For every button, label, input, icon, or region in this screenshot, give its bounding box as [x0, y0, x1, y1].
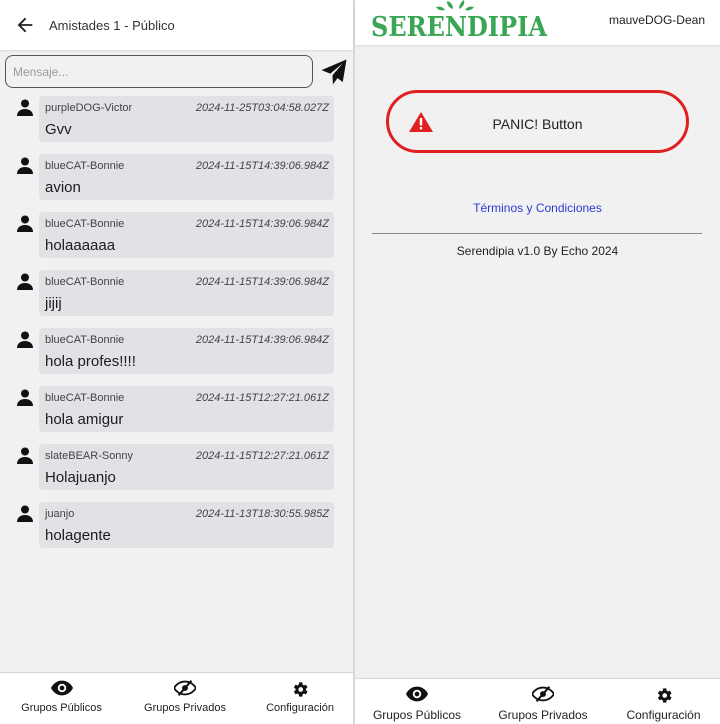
logo-text: SERENDIPIA [371, 12, 548, 42]
nav-settings[interactable]: Configuración [247, 673, 353, 724]
chat-title: Amistades 1 - Público [49, 18, 175, 33]
message-timestamp: 2024-11-15T12:27:21.061Z [195, 450, 329, 462]
nav-label: Grupos Privados [498, 708, 588, 722]
message-timestamp: 2024-11-15T14:39:06.984Z [195, 160, 329, 172]
nav-label: Grupos Públicos [372, 708, 462, 722]
message-timestamp: 2024-11-25T03:04:58.027Z [195, 102, 329, 114]
gear-icon [657, 688, 672, 703]
message-bubble: juanjo 2024-11-13T18:30:55.985Z holagent… [39, 502, 334, 548]
message-bubble: blueCAT-Bonnie 2024-11-15T14:39:06.984Z … [39, 154, 334, 200]
eye-icon [406, 686, 428, 702]
nav-private-groups[interactable]: Grupos Privados [479, 679, 607, 724]
message-bubble: blueCAT-Bonnie 2024-11-15T14:39:06.984Z … [39, 270, 334, 316]
message-text: holaaaaaa [45, 237, 116, 254]
message-timestamp: 2024-11-13T18:30:55.985Z [195, 508, 329, 520]
message-timestamp: 2024-11-15T14:39:06.984Z [195, 276, 329, 288]
message-timestamp: 2024-11-15T12:27:21.061Z [195, 392, 329, 404]
user-avatar-icon [17, 505, 33, 522]
message-author: blueCAT-Bonnie [45, 160, 125, 172]
user-avatar-icon [17, 157, 33, 174]
message-author: blueCAT-Bonnie [45, 276, 125, 288]
message-item: blueCAT-Bonnie 2024-11-15T12:27:21.061Z … [0, 386, 353, 436]
nav-public-groups[interactable]: Grupos Públicos [355, 679, 479, 724]
message-timestamp: 2024-11-15T14:39:06.984Z [195, 218, 329, 230]
nav-label: Grupos Privados [144, 702, 226, 714]
message-bubble: blueCAT-Bonnie 2024-11-15T14:39:06.984Z … [39, 328, 334, 374]
nav-private-groups[interactable]: Grupos Privados [123, 673, 247, 724]
message-bubble: slateBEAR-Sonny 2024-11-15T12:27:21.061Z… [39, 444, 334, 490]
message-bubble: blueCAT-Bonnie 2024-11-15T14:39:06.984Z … [39, 212, 334, 258]
message-item: purpleDOG-Victor 2024-11-25T03:04:58.027… [0, 96, 353, 146]
serendipia-logo: SERENDIPIA [371, 0, 548, 42]
message-author: juanjo [45, 508, 75, 520]
message-item: blueCAT-Bonnie 2024-11-15T14:39:06.984Z … [0, 212, 353, 262]
back-arrow-icon[interactable] [14, 14, 36, 36]
send-icon[interactable] [319, 57, 349, 87]
message-text: Gvv [45, 121, 72, 138]
eye-icon [50, 680, 73, 696]
app-version-text: Serendipia v1.0 By Echo 2024 [456, 244, 619, 258]
bottom-nav: Grupos Públicos Grupos Privados Configur… [355, 678, 720, 724]
user-avatar-icon [17, 273, 33, 290]
message-text: holagente [45, 527, 111, 544]
panic-button[interactable]: PANIC! Button [386, 90, 689, 153]
message-author: blueCAT-Bonnie [45, 392, 125, 404]
divider [372, 233, 702, 234]
app-header: SERENDIPIA mauveDOG-Dean [355, 0, 720, 45]
message-item: slateBEAR-Sonny 2024-11-15T12:27:21.061Z… [0, 444, 353, 494]
message-author: blueCAT-Bonnie [45, 218, 125, 230]
message-item: blueCAT-Bonnie 2024-11-15T14:39:06.984Z … [0, 328, 353, 378]
user-avatar-icon [17, 389, 33, 406]
settings-screen: SERENDIPIA mauveDOG-Dean PANIC! Button T… [355, 0, 720, 724]
message-item: blueCAT-Bonnie 2024-11-15T14:39:06.984Z … [0, 154, 353, 204]
message-item: blueCAT-Bonnie 2024-11-15T14:39:06.984Z … [0, 270, 353, 320]
nav-public-groups[interactable]: Grupos Públicos [0, 673, 123, 724]
message-author: blueCAT-Bonnie [45, 334, 125, 346]
message-text: avion [45, 179, 81, 196]
message-timestamp: 2024-11-15T14:39:06.984Z [195, 334, 329, 346]
gear-icon [293, 682, 308, 697]
message-bubble: blueCAT-Bonnie 2024-11-15T12:27:21.061Z … [39, 386, 334, 432]
current-username: mauveDOG-Dean [608, 13, 705, 27]
nav-settings[interactable]: Configuración [607, 679, 720, 724]
bottom-nav: Grupos Públicos Grupos Privados Configur… [0, 672, 353, 724]
message-item: juanjo 2024-11-13T18:30:55.985Z holagent… [0, 502, 353, 552]
eye-slash-icon [174, 680, 196, 696]
message-author: slateBEAR-Sonny [45, 450, 134, 462]
message-text: jijij [45, 295, 62, 312]
eye-slash-icon [532, 686, 554, 702]
terms-and-conditions-link[interactable]: Términos y Condiciones [355, 201, 720, 215]
message-bubble: purpleDOG-Victor 2024-11-25T03:04:58.027… [39, 96, 334, 142]
message-text: Holajuanjo [45, 469, 116, 486]
user-avatar-icon [17, 331, 33, 348]
user-avatar-icon [17, 447, 33, 464]
public-group-chat-screen: Amistades 1 - Público purpleDOG-Victor 2… [0, 0, 353, 724]
message-author: purpleDOG-Victor [45, 102, 133, 114]
panic-button-label: PANIC! Button [492, 116, 583, 132]
message-text: hola amigur [45, 411, 124, 428]
nav-label: Configuración [626, 708, 701, 722]
message-input[interactable] [5, 55, 313, 88]
nav-label: Grupos Públicos [21, 702, 102, 714]
message-text: hola profes!!!! [45, 353, 136, 370]
chat-header: Amistades 1 - Público [0, 0, 353, 50]
user-avatar-icon [17, 99, 33, 116]
user-avatar-icon [17, 215, 33, 232]
nav-label: Configuración [266, 702, 334, 714]
